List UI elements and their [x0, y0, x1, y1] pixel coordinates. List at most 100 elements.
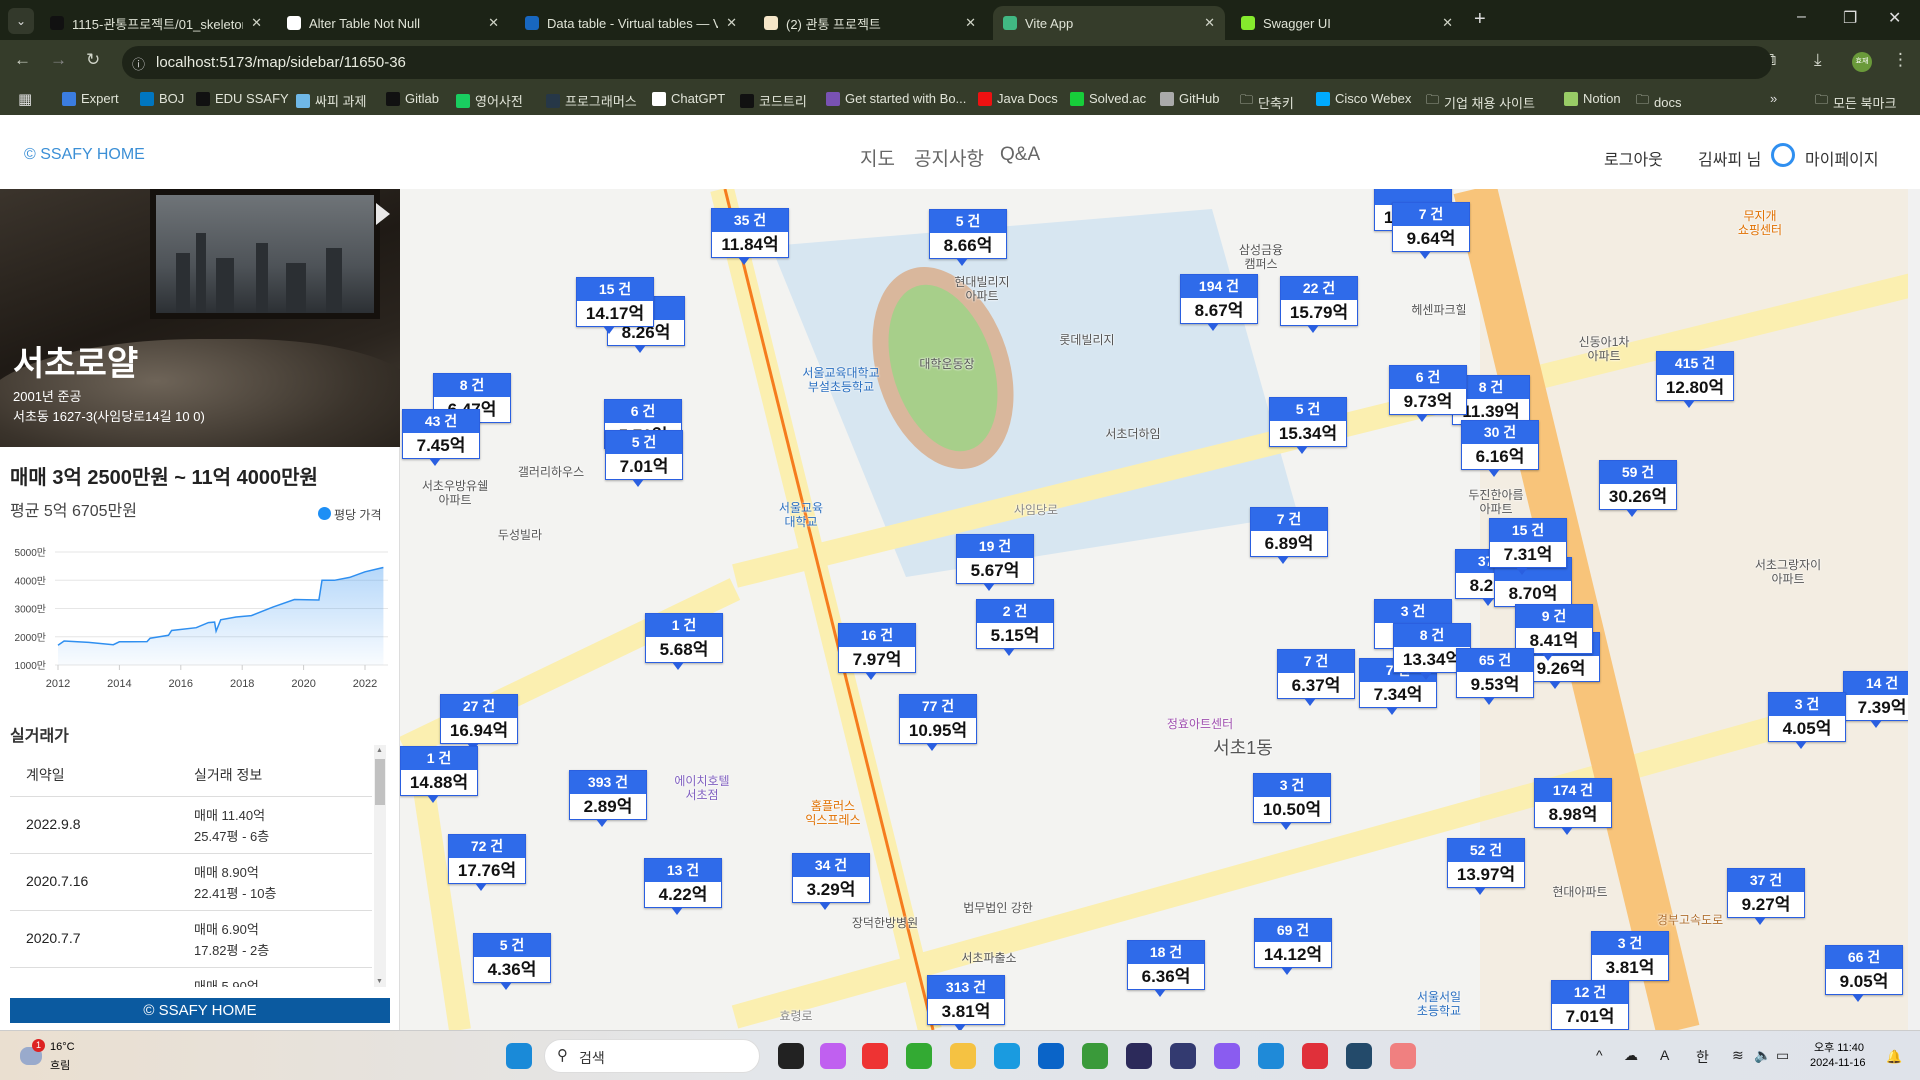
- page-scrollbar[interactable]: [1908, 189, 1920, 1030]
- close-tab-icon[interactable]: ✕: [965, 15, 976, 31]
- apartment-price-marker[interactable]: 15 건 7.31억: [1489, 518, 1567, 575]
- reload-icon[interactable]: ↻: [86, 50, 100, 70]
- deal-row[interactable]: 2020.7.16 매매 8.90억 22.41평 - 10층: [10, 854, 372, 911]
- close-tab-icon[interactable]: ✕: [1204, 15, 1215, 31]
- chrome-profile-icon[interactable]: [906, 1043, 932, 1069]
- clock-time[interactable]: 오후 11:40: [1814, 1039, 1864, 1055]
- apartment-price-marker[interactable]: 72 건 17.76억: [448, 834, 526, 891]
- edge-icon[interactable]: [994, 1043, 1020, 1069]
- back-icon[interactable]: ←: [14, 50, 31, 70]
- onedrive-icon[interactable]: ☁: [1624, 1047, 1638, 1064]
- apartment-price-marker[interactable]: 77 건 10.95억: [899, 694, 977, 751]
- bookmark-item[interactable]: Expert: [62, 91, 119, 106]
- download-icon[interactable]: ⤓: [1814, 50, 1822, 70]
- forward-icon[interactable]: →: [50, 50, 67, 70]
- user-avatar-icon[interactable]: [1771, 143, 1795, 167]
- nav-qna[interactable]: Q&A: [1000, 144, 1040, 166]
- apartment-price-marker[interactable]: 415 건 12.80억: [1656, 351, 1734, 408]
- menu-icon[interactable]: ⋮: [1892, 50, 1909, 70]
- snipping-tool-icon[interactable]: [1390, 1043, 1416, 1069]
- browser-tab[interactable]: Alter Table Not Null ✕: [277, 6, 509, 40]
- apartment-price-marker[interactable]: 1 건 5.68억: [645, 613, 723, 670]
- folder-icon[interactable]: [950, 1043, 976, 1069]
- tab-search-button[interactable]: ⌄: [8, 8, 34, 34]
- apartment-price-marker[interactable]: 30 건 6.16억: [1461, 420, 1539, 477]
- apartment-price-marker[interactable]: 2 건 5.15억: [976, 599, 1054, 656]
- apartment-price-marker[interactable]: 22 건 15.79억: [1280, 276, 1358, 333]
- notification-bell-icon[interactable]: 🔔: [1886, 1049, 1902, 1065]
- apartment-price-marker[interactable]: 194 건 8.67억: [1180, 274, 1258, 331]
- wifi-icon[interactable]: ≋: [1732, 1047, 1744, 1064]
- apartment-price-marker[interactable]: 393 건 2.89억: [569, 770, 647, 827]
- close-tab-icon[interactable]: ✕: [726, 15, 737, 31]
- bookmark-item[interactable]: 프로그래머스: [546, 91, 637, 110]
- apartment-price-marker[interactable]: 27 건 16.94억: [440, 694, 518, 751]
- media-player-icon[interactable]: [1302, 1043, 1328, 1069]
- apartment-price-marker[interactable]: 313 건 3.81억: [927, 975, 1005, 1030]
- close-window-button[interactable]: ✕: [1888, 8, 1901, 28]
- apartment-price-marker[interactable]: 7 건 6.37억: [1277, 649, 1355, 706]
- volume-icon[interactable]: 🔈: [1754, 1047, 1771, 1064]
- browser-tab[interactable]: Vite App ✕: [993, 6, 1225, 40]
- all-bookmarks-folder[interactable]: 🗀 모든 북마크: [1815, 91, 1896, 113]
- bookmark-item[interactable]: EDU SSAFY: [196, 91, 289, 106]
- obsidian-icon[interactable]: [1214, 1043, 1240, 1069]
- apartment-price-marker[interactable]: 5 건 8.66억: [929, 209, 1007, 266]
- deal-row[interactable]: 2020.7.7 매매 6.90억 17.82평 - 2층: [10, 911, 372, 968]
- profile-avatar[interactable]: 효재: [1852, 52, 1872, 72]
- outlook-icon[interactable]: [1038, 1043, 1064, 1069]
- apartment-price-marker[interactable]: 16 건 7.97억: [838, 623, 916, 680]
- vscode-icon[interactable]: [1258, 1043, 1284, 1069]
- eclipse-ide-icon[interactable]: [1170, 1043, 1196, 1069]
- apartment-price-marker[interactable]: 65 건 9.53억: [1456, 648, 1534, 705]
- close-tab-icon[interactable]: ✕: [1442, 15, 1453, 31]
- deal-row[interactable]: 매매 5.90억: [10, 968, 372, 987]
- bookmark-item[interactable]: 싸피 과제: [296, 91, 366, 110]
- bookmark-item[interactable]: Notion: [1564, 91, 1621, 106]
- apartment-price-marker[interactable]: 52 건 13.97억: [1447, 838, 1525, 895]
- apartment-price-marker[interactable]: 6 건 9.73억: [1389, 365, 1467, 422]
- start-icon[interactable]: [506, 1043, 532, 1069]
- battery-icon[interactable]: ▭: [1776, 1047, 1789, 1064]
- ime-indicator[interactable]: 한: [1696, 1047, 1709, 1067]
- bookmark-item[interactable]: 영어사전: [456, 91, 523, 110]
- apartment-price-marker[interactable]: 37 건 9.27억: [1727, 868, 1805, 925]
- taskbar-search[interactable]: ⚲ 검색: [544, 1039, 760, 1073]
- bookmark-item[interactable]: 🗀 docs: [1636, 91, 1681, 113]
- apartment-price-marker[interactable]: 3 건 4.05억: [1768, 692, 1846, 749]
- eclipse-icon[interactable]: [1126, 1043, 1152, 1069]
- browser-tab[interactable]: 1115-관통프로젝트/01_skeleton ✕: [40, 6, 272, 40]
- bookmark-item[interactable]: Solved.ac: [1070, 91, 1146, 106]
- apartment-price-marker[interactable]: 3 건 3.81억: [1591, 931, 1669, 988]
- apartment-price-marker[interactable]: 3 건 10.50억: [1253, 773, 1331, 830]
- font-mode[interactable]: A: [1660, 1047, 1669, 1063]
- bookmark-item[interactable]: BOJ: [140, 91, 184, 106]
- apartment-price-marker[interactable]: 174 건 8.98억: [1534, 778, 1612, 835]
- mypage-link[interactable]: 마이페이지: [1805, 146, 1879, 170]
- close-tab-icon[interactable]: ✕: [488, 15, 499, 31]
- apartment-price-marker[interactable]: 35 건 11.84억: [711, 208, 789, 265]
- more-bookmarks-chevron-icon[interactable]: »: [1770, 91, 1777, 106]
- chrome-icon[interactable]: [862, 1043, 888, 1069]
- bookmark-item[interactable]: 🗀 기업 채용 사이트: [1426, 91, 1535, 113]
- browser-tab[interactable]: Swagger UI ✕: [1231, 6, 1463, 40]
- apartment-price-marker[interactable]: 13 건 4.22억: [644, 858, 722, 915]
- apartment-price-marker[interactable]: 43 건 7.45억: [402, 409, 480, 466]
- clock-date[interactable]: 2024-11-16: [1810, 1057, 1865, 1069]
- tray-chevron-icon[interactable]: ^: [1596, 1047, 1603, 1063]
- browser-tab[interactable]: (2) 관통 프로젝트 ✕: [754, 6, 986, 40]
- apartment-price-marker[interactable]: 1 건 14.88억: [400, 746, 478, 803]
- restore-button[interactable]: ❐: [1843, 8, 1857, 28]
- logout-link[interactable]: 로그아웃: [1604, 146, 1663, 170]
- bookmark-item[interactable]: ChatGPT: [652, 91, 725, 106]
- deals-table[interactable]: 계약일 실거래 정보 2022.9.8 매매 11.40억 25.47평 - 6층 2…: [10, 745, 390, 987]
- logo-link[interactable]: © SSAFY HOME: [24, 146, 145, 164]
- new-tab-button[interactable]: +: [1474, 8, 1486, 31]
- apartment-price-marker[interactable]: 12 건 7.01억: [1551, 980, 1629, 1030]
- apartment-price-marker[interactable]: 5 건 4.36억: [473, 933, 551, 990]
- address-bar[interactable]: ⓘ localhost:5173/map/sidebar/11650-36: [122, 46, 1772, 79]
- table-scrollbar[interactable]: ▲ ▼: [374, 745, 386, 987]
- file-explorer-icon[interactable]: [778, 1043, 804, 1069]
- apartment-price-marker[interactable]: 59 건 30.26억: [1599, 460, 1677, 517]
- apps-grid-icon[interactable]: ▦: [18, 90, 32, 108]
